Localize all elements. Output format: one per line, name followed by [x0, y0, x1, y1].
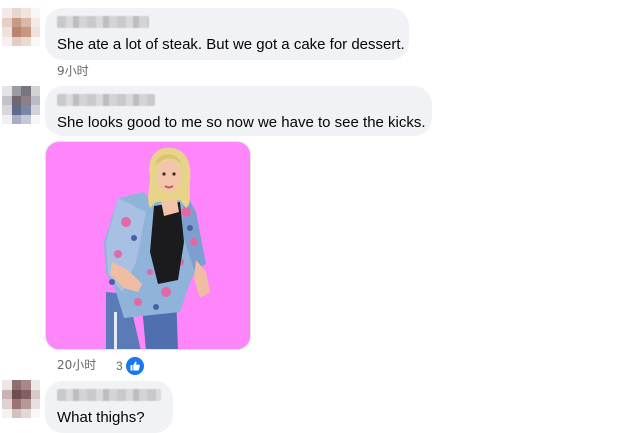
- avatar[interactable]: [2, 380, 40, 418]
- timestamp[interactable]: 9小时: [57, 63, 89, 79]
- reaction-count[interactable]: 3: [116, 359, 123, 373]
- comment-bubble: She ate a lot of steak. But we got a cak…: [45, 8, 409, 60]
- like-icon[interactable]: [124, 355, 146, 377]
- avatar[interactable]: [2, 8, 40, 46]
- thumbs-up-icon: [130, 361, 140, 371]
- avatar[interactable]: [2, 86, 40, 124]
- comment-bubble: What thighs?: [45, 381, 173, 433]
- gif-attachment[interactable]: [45, 141, 251, 350]
- comment-text: She looks good to me so now we have to s…: [57, 114, 426, 131]
- comment-text: She ate a lot of steak. But we got a cak…: [57, 36, 405, 53]
- author-name-redacted[interactable]: [57, 16, 149, 28]
- timestamp[interactable]: 20小时: [57, 357, 96, 373]
- comment-bubble: She looks good to me so now we have to s…: [45, 86, 432, 136]
- author-name-redacted[interactable]: [57, 94, 155, 106]
- author-name-redacted[interactable]: [57, 389, 161, 401]
- dancing-woman-image: [104, 147, 210, 349]
- comment-text: What thighs?: [57, 409, 145, 426]
